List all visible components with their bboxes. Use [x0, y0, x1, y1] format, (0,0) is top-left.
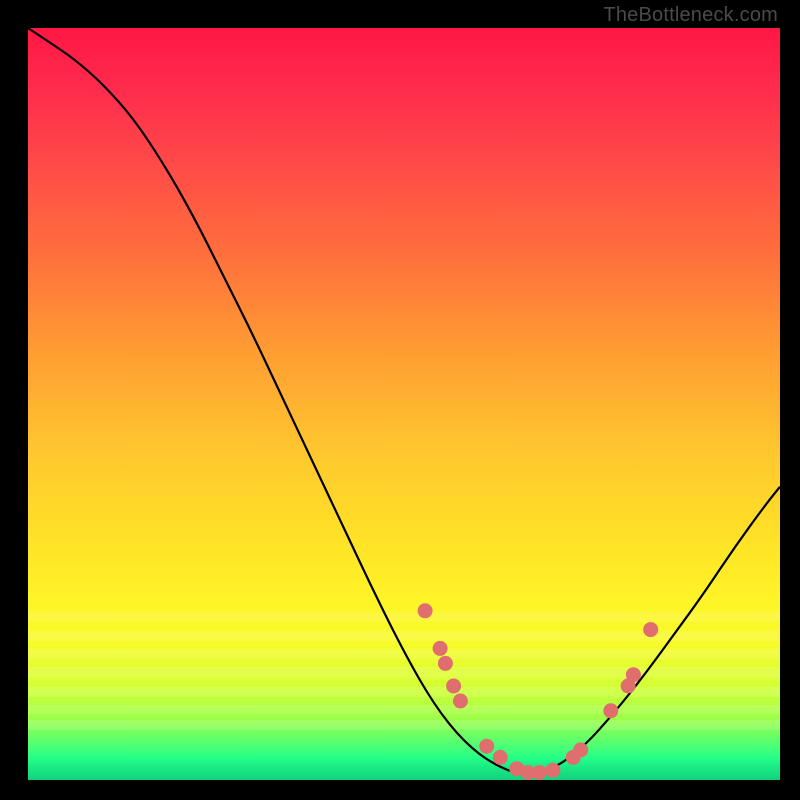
data-marker — [545, 763, 560, 778]
bottleneck-curve-line — [28, 28, 780, 774]
data-marker — [626, 667, 641, 682]
data-marker — [433, 641, 448, 656]
data-marker — [532, 765, 547, 780]
chart-container: TheBottleneck.com — [0, 0, 800, 800]
data-marker — [493, 750, 508, 765]
plot-area — [28, 28, 780, 780]
data-marker — [643, 622, 658, 637]
marker-group — [418, 603, 659, 780]
data-marker — [573, 742, 588, 757]
data-marker — [603, 703, 618, 718]
curve-svg — [28, 28, 780, 780]
data-marker — [479, 739, 494, 754]
data-marker — [446, 679, 461, 694]
data-marker — [418, 603, 433, 618]
data-marker — [438, 656, 453, 671]
data-marker — [453, 694, 468, 709]
watermark-text: TheBottleneck.com — [603, 4, 778, 27]
